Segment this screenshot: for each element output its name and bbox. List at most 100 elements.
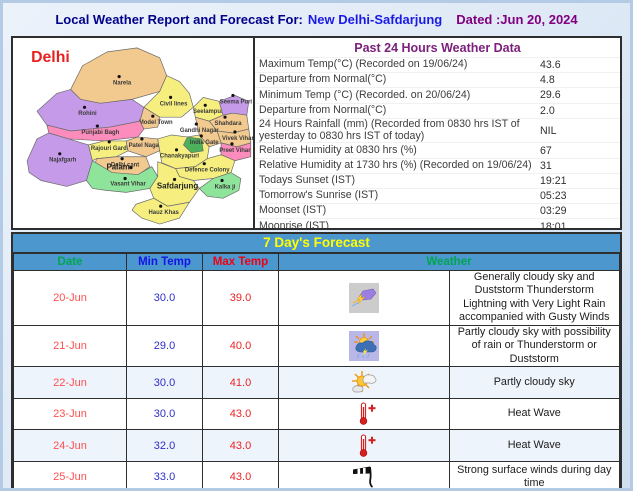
past-24h-rows: Maximum Temp(°C) (Recorded on 19/06/24) 4… [255, 57, 620, 230]
weather-report-page: Local Weather Report and Forecast For: N… [0, 0, 633, 491]
district-dot [223, 115, 227, 119]
row-label: Minimum Temp (°C) (Recorded. on 20/06/24… [259, 88, 471, 101]
district-label: Punjabi Bagh [81, 130, 119, 136]
row-label: Relative Humidity at 1730 hrs (%) (Recor… [259, 158, 532, 171]
district-dot [203, 103, 207, 107]
row-value: 2.0 [540, 104, 555, 117]
forecast-row: 25-Jun 33.0 43.0 Strong surface winds durin… [13, 460, 620, 488]
row-label: Departure from Normal(°C) [259, 103, 387, 116]
district-dot [159, 204, 163, 208]
row-label: Moonset (IST) [259, 204, 327, 217]
table-row: Departure from Normal(°C) 4.8 [255, 72, 620, 87]
district-dot [95, 124, 99, 128]
weather-desc-cell: Heat Wave [448, 429, 620, 462]
district-label: Seema Puri [220, 99, 253, 105]
report-date: Dated :Jun 20, 2024 [456, 12, 578, 27]
district-label: Shahdara [214, 121, 242, 127]
row-label: 24 Hours Rainfall (mm) (Recorded from 08… [259, 117, 520, 142]
district-label: Model Town [139, 120, 173, 126]
row-label: Moonrise (IST) [259, 219, 330, 230]
row-value: 31 [540, 159, 552, 172]
forecast-date-cell: 23-Jun [13, 397, 127, 431]
past-24h-panel: Past 24 Hours Weather Data Maximum Temp(… [253, 36, 622, 230]
district-dot [202, 162, 206, 166]
row-value: 19:21 [540, 174, 567, 187]
district-label: Chanakyapuri [160, 154, 200, 160]
forecast-date-cell: 25-Jun [13, 460, 127, 488]
district-label: Vivek Vihar [222, 136, 253, 142]
district-label: Seelampur [193, 109, 224, 115]
district-dot [58, 152, 62, 156]
districts-group: Narela Rohini Civil lines Model Town Seelamp… [26, 47, 253, 225]
district-label: Palam [107, 163, 130, 172]
district-label: Hauz Khas [149, 210, 180, 216]
weather-desc-cell: Strong surface winds during day time [448, 460, 620, 488]
table-row: Maximum Temp(°C) (Recorded on 19/06/24) 4… [255, 57, 620, 72]
weather-desc-cell: Partly cloudy sky with possibility of ra… [448, 324, 620, 368]
district-label: Gandhi Nagar [180, 128, 220, 134]
partly-cloudy-icon [349, 368, 379, 398]
forecast-date-cell: 21-Jun [13, 324, 127, 368]
forecast-panel: 7 Day's Forecast Date Min Temp Max Temp … [11, 232, 622, 488]
district-label: Vasant Vihar [110, 181, 146, 187]
max-temp-cell: 39.0 [202, 270, 279, 326]
table-row: Moonrise (IST) 18:01 [255, 218, 620, 230]
report-title: Local Weather Report and Forecast For: [55, 12, 303, 27]
district-dot [123, 176, 127, 181]
table-row: Relative Humidity at 0830 hrs (%) 67 [255, 142, 620, 157]
past-24h-title: Past 24 Hours Weather Data [354, 41, 521, 55]
weather-icon-cell [278, 270, 450, 326]
district-dot [233, 130, 237, 134]
district-label: India Gate [190, 140, 219, 146]
top-row: Delhi Narela Rohini Civil lines Model Town S… [11, 36, 622, 230]
column-header-weather: Weather [278, 253, 620, 271]
forecast-date-cell: 22-Jun [13, 366, 127, 399]
forecast-row: 21-Jun 29.0 40.0 Partly cloudy sky with pos… [13, 324, 620, 368]
min-temp-cell: 30.0 [126, 270, 203, 326]
weather-icon-cell [278, 429, 450, 462]
max-temp-cell: 43.0 [202, 429, 279, 462]
forecast-tbody: 20-Jun 30.0 39.0 Generally cloudy sky and D… [13, 270, 620, 488]
row-value: NIL [540, 124, 557, 137]
district-label: Safdarjung [157, 181, 198, 190]
delhi-map: Delhi Narela Rohini Civil lines Model Town S… [26, 47, 253, 225]
rain-thunderstorm-icon [348, 331, 379, 362]
district-dot [169, 95, 173, 99]
forecast-table: Date Min Temp Max Temp Weather 20-Jun 30.… [13, 253, 620, 488]
delhi-map-panel: Delhi Narela Rohini Civil lines Model Town S… [11, 36, 255, 230]
map-title: Delhi [31, 49, 70, 66]
max-temp-cell: 43.0 [202, 460, 279, 488]
district-label: Rohini [78, 111, 97, 117]
min-temp-cell: 30.0 [126, 397, 203, 431]
row-value: 18:01 [540, 220, 567, 230]
row-label: Departure from Normal(°C) [259, 73, 387, 86]
district-dot [174, 148, 179, 152]
heat-wave-icon [349, 431, 379, 461]
min-temp-cell: 29.0 [126, 324, 203, 368]
max-temp-cell: 43.0 [202, 397, 279, 431]
table-row: Relative Humidity at 1730 hrs (%) (Recor… [255, 157, 620, 173]
duststorm-thunderstorm-icon [348, 282, 379, 313]
row-value: 43.6 [540, 59, 561, 72]
station-name[interactable]: New Delhi-Safdarjung [308, 12, 442, 27]
weather-desc-cell: Generally cloudy sky and Duststorm Thund… [448, 270, 620, 326]
weather-desc-cell: Partly cloudy sky [448, 366, 620, 399]
table-row: Departure from Normal(°C) 2.0 [255, 102, 620, 118]
report-header: Local Weather Report and Forecast For: N… [3, 3, 630, 36]
district-dot [199, 134, 203, 138]
forecast-row: 22-Jun 30.0 41.0 Partly cloudy sky [13, 366, 620, 399]
row-value: 03:29 [540, 205, 567, 218]
district-label: Defence Colony [185, 168, 230, 174]
forecast-row: 23-Jun 30.0 43.0 Heat Wave [13, 397, 620, 431]
forecast-title: 7 Day's Forecast [13, 234, 620, 253]
column-header-min-temp: Min Temp [126, 253, 203, 271]
district-label: Najafgarh [49, 158, 77, 164]
row-value: 67 [540, 144, 552, 157]
district-label: Civil lines [160, 101, 188, 107]
forecast-row: 24-Jun 32.0 43.0 Heat Wave [13, 429, 620, 462]
max-temp-cell: 40.0 [202, 324, 279, 368]
table-row: 24 Hours Rainfall (mm) (Recorded from 08… [255, 117, 620, 143]
forecast-date-cell: 20-Jun [13, 270, 127, 326]
row-value: 4.8 [540, 74, 555, 87]
table-row: Moonset (IST) 03:29 [255, 203, 620, 218]
